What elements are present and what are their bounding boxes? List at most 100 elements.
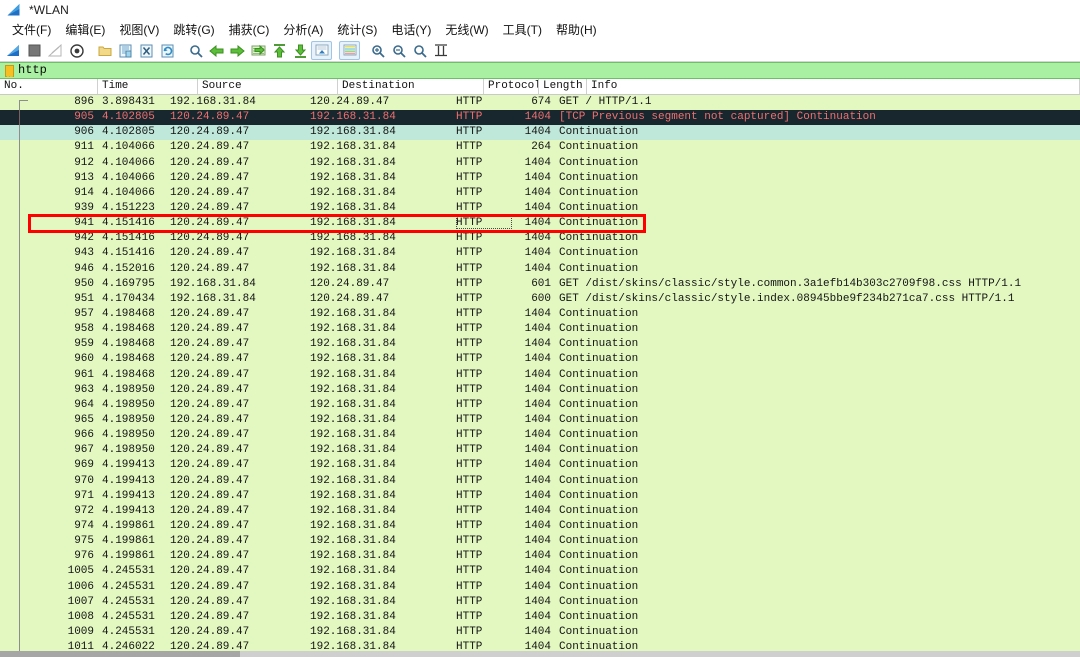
table-row[interactable]: 963 4.198950 120.24.89.47 192.168.31.84 HTTP… <box>0 382 1080 398</box>
column-header-protocol[interactable]: Protocol <box>484 79 539 94</box>
cell-source: 120.24.89.47 <box>170 550 250 563</box>
cell-info: Continuation <box>559 141 639 154</box>
table-row[interactable]: 964 4.198950 120.24.89.47 192.168.31.84 HTTP… <box>0 397 1080 413</box>
go-back-icon[interactable] <box>206 41 227 61</box>
table-row[interactable]: 969 4.199413 120.24.89.47 192.168.31.84 HTTP… <box>0 458 1080 474</box>
cell-destination: 120.24.89.47 <box>310 292 390 305</box>
table-row[interactable]: 967 4.198950 120.24.89.47 192.168.31.84 HTTP… <box>0 443 1080 459</box>
cell-info: Continuation <box>559 474 639 487</box>
reload-file-icon[interactable] <box>157 41 178 61</box>
table-row[interactable]: 941 4.151416 120.24.89.47 192.168.31.84 HTTP… <box>0 216 1080 232</box>
column-header-info[interactable]: Info <box>587 79 1080 94</box>
table-row[interactable]: 905 4.102805 120.24.89.47 192.168.31.84 HTTP… <box>0 110 1080 126</box>
table-row[interactable]: 960 4.198468 120.24.89.47 192.168.31.84 HTTP… <box>0 352 1080 368</box>
table-row[interactable]: 1006 4.245531 120.24.89.47 192.168.31.84 HTT… <box>0 579 1080 595</box>
table-row[interactable]: 1007 4.245531 120.24.89.47 192.168.31.84 HTT… <box>0 594 1080 610</box>
table-row[interactable]: 974 4.199861 120.24.89.47 192.168.31.84 HTTP… <box>0 518 1080 535</box>
horizontal-scrollbar-thumb[interactable] <box>0 651 240 657</box>
column-header-source[interactable]: Source <box>198 79 338 94</box>
menu-item-help[interactable]: 帮助(H) <box>549 20 604 40</box>
column-header-destination[interactable]: Destination <box>338 79 484 94</box>
cell-source: 120.24.89.47 <box>170 474 250 487</box>
column-header-time[interactable]: Time <box>98 79 198 94</box>
table-row[interactable]: 1005 4.245531 120.24.89.47 192.168.31.84 HTT… <box>0 564 1080 580</box>
start-capture-icon[interactable] <box>3 41 24 61</box>
table-row[interactable]: 966 4.198950 120.24.89.47 192.168.31.84 HTTP… <box>0 428 1080 444</box>
row-gutter <box>0 610 28 625</box>
menu-item-telephony[interactable]: 电话(Y) <box>384 20 438 40</box>
table-row[interactable]: 976 4.199861 120.24.89.47 192.168.31.84 HTTP… <box>0 549 1080 565</box>
menu-item-statistics[interactable]: 统计(S) <box>330 20 384 40</box>
find-packet-icon[interactable] <box>185 41 206 61</box>
cell-protocol: HTTP <box>456 217 483 230</box>
table-row[interactable]: 1008 4.245531 120.24.89.47 192.168.31.84 HTT… <box>0 609 1080 625</box>
go-to-packet-icon[interactable] <box>248 41 269 61</box>
table-row[interactable]: 959 4.198468 120.24.89.47 192.168.31.84 HTTP… <box>0 337 1080 353</box>
cell-source: 120.24.89.47 <box>170 171 250 184</box>
restart-capture-icon[interactable] <box>45 41 66 61</box>
table-row[interactable]: 906 4.102805 120.24.89.47 192.168.31.84 HTTP… <box>0 125 1080 141</box>
cell-length: 1404 <box>524 307 551 320</box>
menu-item-analyze[interactable]: 分析(A) <box>276 20 330 40</box>
table-row[interactable]: 950 4.169795 192.168.31.84 120.24.89.47 HTTP… <box>0 276 1080 292</box>
cell-destination: 192.168.31.84 <box>310 580 396 593</box>
resize-columns-icon[interactable] <box>430 41 451 61</box>
cell-destination: 192.168.31.84 <box>310 186 396 199</box>
go-first-packet-icon[interactable] <box>269 41 290 61</box>
table-row[interactable]: 958 4.198468 120.24.89.47 192.168.31.84 HTTP… <box>0 322 1080 338</box>
table-row[interactable]: 957 4.198468 120.24.89.47 192.168.31.84 HTTP… <box>0 306 1080 323</box>
menu-item-wireless[interactable]: 无线(W) <box>438 20 495 40</box>
close-file-icon[interactable] <box>136 41 157 61</box>
table-row[interactable]: 961 4.198468 120.24.89.47 192.168.31.84 HTTP… <box>0 367 1080 383</box>
cell-protocol: HTTP <box>456 565 483 578</box>
save-file-icon[interactable] <box>115 41 136 61</box>
cell-length: 1404 <box>524 186 551 199</box>
zoom-out-icon[interactable] <box>388 41 409 61</box>
table-row[interactable]: 911 4.104066 120.24.89.47 192.168.31.84 HTTP… <box>0 140 1080 156</box>
zoom-reset-icon[interactable] <box>409 41 430 61</box>
table-row[interactable]: 913 4.104066 120.24.89.47 192.168.31.84 HTTP… <box>0 170 1080 186</box>
table-row[interactable]: 965 4.198950 120.24.89.47 192.168.31.84 HTTP… <box>0 412 1080 429</box>
cell-time: 4.198950 <box>102 383 155 396</box>
menu-item-go[interactable]: 跳转(G) <box>166 20 221 40</box>
capture-options-icon[interactable] <box>66 41 87 61</box>
open-file-icon[interactable] <box>94 41 115 61</box>
table-row[interactable]: 942 4.151416 120.24.89.47 192.168.31.84 HTTP… <box>0 231 1080 247</box>
table-row[interactable]: 943 4.151416 120.24.89.47 192.168.31.84 HTTP… <box>0 246 1080 262</box>
cell-length: 1404 <box>524 398 551 411</box>
column-header-length[interactable]: Length <box>539 79 587 94</box>
table-row[interactable]: 946 4.152016 120.24.89.47 192.168.31.84 HTTP… <box>0 261 1080 277</box>
display-filter-bar[interactable]: http <box>0 62 1080 79</box>
table-row[interactable]: 951 4.170434 192.168.31.84 120.24.89.47 HTTP… <box>0 291 1080 307</box>
cell-length: 1404 <box>524 383 551 396</box>
auto-scroll-icon[interactable] <box>311 41 332 60</box>
table-row[interactable]: 975 4.199861 120.24.89.47 192.168.31.84 HTTP… <box>0 534 1080 550</box>
horizontal-scrollbar[interactable] <box>0 651 1080 657</box>
cell-info: GET / HTTP/1.1 <box>559 96 652 108</box>
go-last-packet-icon[interactable] <box>290 41 311 61</box>
menu-item-file[interactable]: 文件(F) <box>5 20 58 40</box>
cell-source: 120.24.89.47 <box>170 262 250 275</box>
go-forward-icon[interactable] <box>227 41 248 61</box>
table-row[interactable]: 896 3.898431 192.168.31.84 120.24.89.47 HTTP… <box>0 95 1080 111</box>
menu-item-view[interactable]: 视图(V) <box>112 20 166 40</box>
bookmark-icon[interactable] <box>5 64 14 77</box>
zoom-in-icon[interactable] <box>367 41 388 61</box>
menu-item-edit[interactable]: 编辑(E) <box>58 20 112 40</box>
table-row[interactable]: 972 4.199413 120.24.89.47 192.168.31.84 HTTP… <box>0 503 1080 519</box>
display-filter-input[interactable]: http <box>18 64 47 77</box>
column-header-no[interactable]: No. <box>0 79 98 94</box>
table-row[interactable]: 1009 4.245531 120.24.89.47 192.168.31.84 HTT… <box>0 624 1080 641</box>
colorize-packets-icon[interactable] <box>339 41 360 60</box>
table-row[interactable]: 939 4.151223 120.24.89.47 192.168.31.84 HTTP… <box>0 200 1080 217</box>
menu-item-tools[interactable]: 工具(T) <box>496 20 549 40</box>
table-row[interactable]: 970 4.199413 120.24.89.47 192.168.31.84 HTTP… <box>0 473 1080 489</box>
cell-no: 941 <box>74 217 94 230</box>
table-row[interactable]: 971 4.199413 120.24.89.47 192.168.31.84 HTTP… <box>0 488 1080 504</box>
cell-time: 4.199413 <box>102 489 155 502</box>
table-row[interactable]: 914 4.104066 120.24.89.47 192.168.31.84 HTTP… <box>0 185 1080 201</box>
table-row[interactable]: 912 4.104066 120.24.89.47 192.168.31.84 HTTP… <box>0 155 1080 171</box>
packet-list[interactable]: 896 3.898431 192.168.31.84 120.24.89.47 HTTP… <box>0 95 1080 657</box>
stop-capture-icon[interactable] <box>24 41 45 61</box>
menu-item-capture[interactable]: 捕获(C) <box>222 20 277 40</box>
